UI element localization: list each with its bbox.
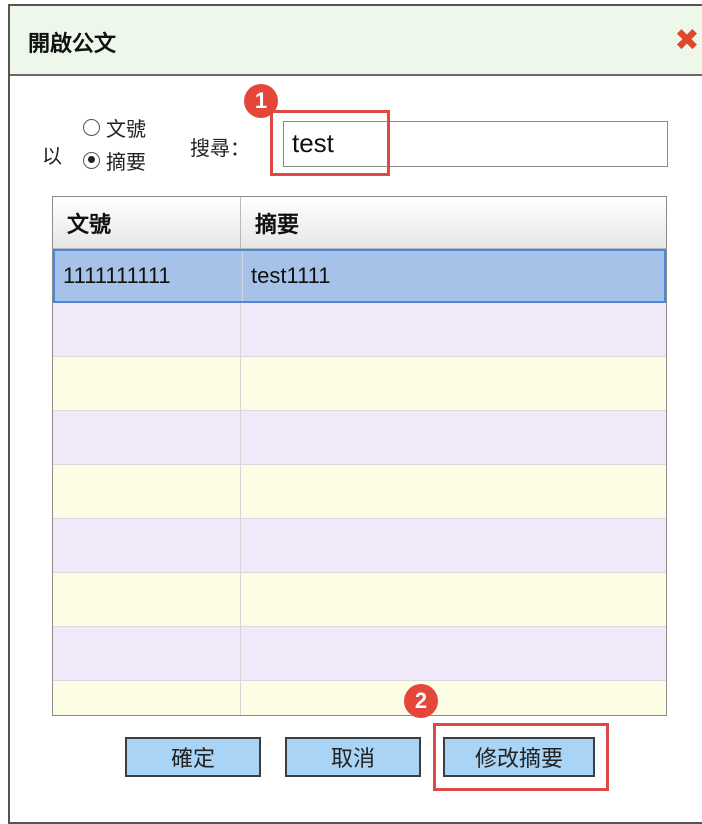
cell-empty — [53, 411, 241, 464]
cell-empty — [53, 303, 241, 356]
search-label: 搜尋： — [190, 136, 250, 160]
annotation-badge-step1: 1 — [244, 84, 278, 118]
annotation-box-search — [270, 110, 390, 176]
cell-empty — [53, 681, 241, 715]
radio-doc-number-circle[interactable] — [83, 118, 100, 136]
cell-empty — [241, 465, 666, 518]
table-row-empty[interactable] — [53, 303, 666, 357]
close-icon[interactable]: ✖ — [672, 26, 702, 56]
column-header-summary[interactable]: 摘要 — [241, 197, 666, 249]
table-row-empty[interactable] — [53, 519, 666, 573]
table-row-empty[interactable] — [53, 465, 666, 519]
cell-doc-number: 1111111111 — [55, 251, 243, 301]
search-by-label: 以 — [42, 144, 62, 168]
table-row-empty[interactable] — [53, 681, 666, 715]
table-row-empty[interactable] — [53, 627, 666, 681]
cell-summary: test1111 — [251, 263, 331, 288]
radio-summary-circle[interactable] — [83, 151, 100, 169]
table-row-empty[interactable] — [53, 411, 666, 465]
table-row-empty[interactable] — [53, 573, 666, 627]
cell-empty — [241, 411, 666, 464]
cell-empty — [241, 627, 666, 680]
annotation-badge-step2: 2 — [404, 684, 438, 718]
ok-button[interactable]: 確定 — [125, 737, 261, 777]
radio-doc-number-label: 文號 — [106, 116, 146, 141]
dialog-title: 開啟公文 — [28, 32, 117, 57]
radio-summary-label: 摘要 — [106, 149, 146, 174]
cell-empty — [241, 681, 666, 715]
cell-empty — [53, 357, 241, 410]
cell-empty — [241, 519, 666, 572]
dialog-titlebar: 開啟公文 ✖ — [10, 6, 702, 76]
cancel-button[interactable]: 取消 — [285, 737, 421, 777]
radio-summary[interactable]: 摘要 — [83, 147, 146, 174]
cell-empty — [53, 573, 241, 626]
cell-empty — [241, 357, 666, 410]
column-header-doc-number[interactable]: 文號 — [53, 197, 241, 249]
table-header: 文號 摘要 — [53, 197, 666, 249]
cell-empty — [241, 573, 666, 626]
annotation-box-edit-summary — [433, 723, 609, 791]
radio-doc-number[interactable]: 文號 — [83, 114, 146, 141]
cell-empty — [53, 465, 241, 518]
cell-empty — [53, 519, 241, 572]
table-row-empty[interactable] — [53, 357, 666, 411]
table-row[interactable]: 1111111111 test1111 — [53, 249, 666, 303]
cell-empty — [53, 627, 241, 680]
cell-empty — [241, 303, 666, 356]
document-table: 文號 摘要 1111111111 test1111 — [52, 196, 667, 716]
